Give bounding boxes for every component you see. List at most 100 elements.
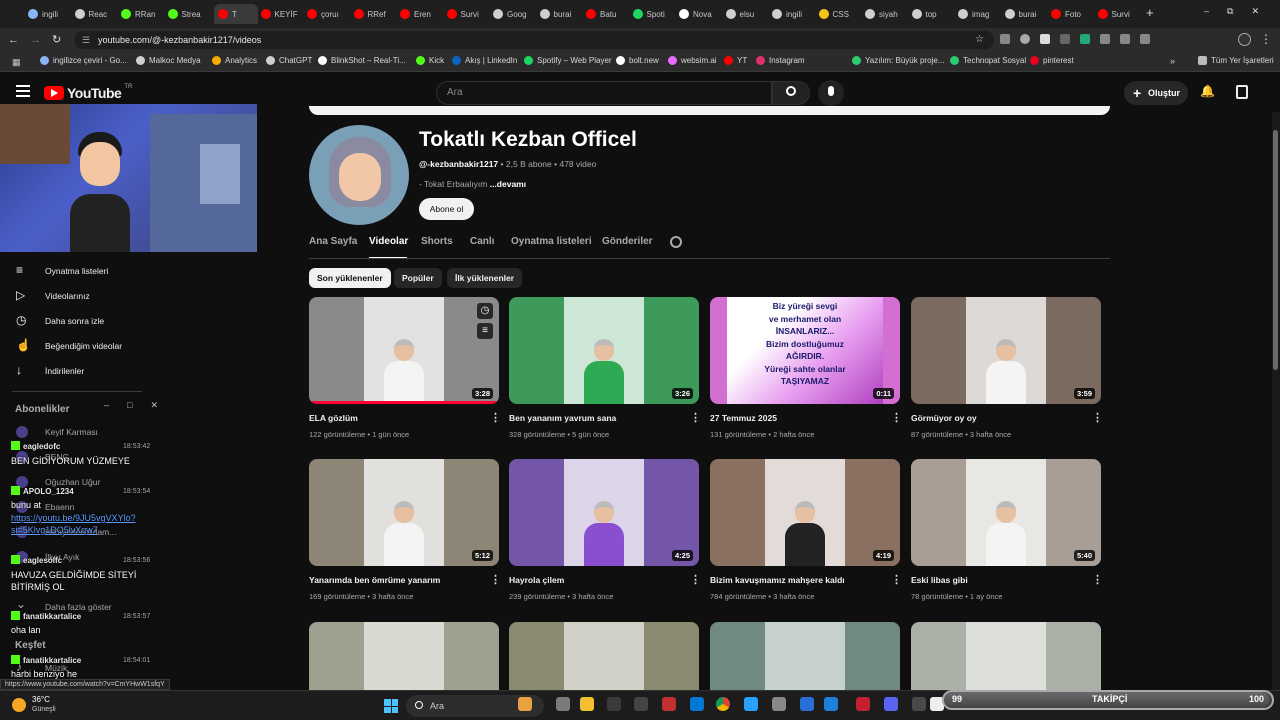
- browser-tab[interactable]: RRef: [353, 4, 398, 24]
- video-thumbnail[interactable]: Biz yüreği sevgi ve merhamet olan İNSANLAR…: [710, 297, 900, 404]
- channel-search-icon[interactable]: [670, 236, 682, 248]
- bookmark-item[interactable]: ingilizce çeviri - Go...: [40, 56, 127, 65]
- video-thumbnail[interactable]: [911, 622, 1101, 690]
- chrome-icon[interactable]: [716, 697, 730, 711]
- browser-tab[interactable]: elsu: [725, 4, 770, 24]
- sidebar-item[interactable]: ▷ Videolarınız: [0, 283, 250, 308]
- widgets-icon[interactable]: [518, 697, 532, 711]
- bookmark-item[interactable]: pinterest: [1030, 56, 1074, 65]
- filter-chip[interactable]: Popüler: [394, 268, 442, 288]
- browser-menu-icon[interactable]: ⋮: [1260, 32, 1272, 46]
- browser-tab[interactable]: Nova: [679, 4, 723, 24]
- maximize-icon[interactable]: □: [127, 400, 132, 412]
- video-thumbnail[interactable]: [309, 622, 499, 690]
- bookmark-item[interactable]: ChatGPT: [266, 56, 312, 65]
- video-title[interactable]: Görmüyor oy oy: [911, 413, 1091, 423]
- restore-window-icon[interactable]: ⧉: [1227, 6, 1233, 17]
- all-bookmarks[interactable]: Tüm Yer İşaretleri: [1198, 56, 1274, 65]
- file-explorer-icon[interactable]: [580, 697, 594, 711]
- close-icon[interactable]: ✕: [150, 400, 158, 412]
- bookmark-item[interactable]: YT: [724, 56, 747, 65]
- opera-icon[interactable]: [662, 697, 676, 711]
- account-avatar[interactable]: [1236, 85, 1248, 99]
- vscode-icon[interactable]: [800, 697, 814, 711]
- forward-icon[interactable]: →: [30, 34, 42, 46]
- next-app-icon[interactable]: [634, 697, 648, 711]
- channel-avatar[interactable]: [309, 125, 409, 225]
- more-options-icon[interactable]: ⋮: [891, 412, 902, 424]
- browser-tab[interactable]: KEYİF: [260, 4, 305, 24]
- browser-tab[interactable]: Eren: [400, 4, 444, 24]
- filter-chip[interactable]: Son yüklenenler: [309, 268, 391, 288]
- misc-icon[interactable]: [912, 697, 926, 711]
- extension-icons[interactable]: [1000, 34, 1200, 46]
- close-window-icon[interactable]: ✕: [1251, 6, 1259, 17]
- apps-grid-icon[interactable]: ▦: [12, 57, 22, 67]
- video-title[interactable]: Ben yananım yavrum sana: [509, 413, 689, 423]
- browser-tab[interactable]: T: [214, 4, 258, 24]
- bookmark-item[interactable]: Instagram: [756, 56, 805, 65]
- video-thumbnail[interactable]: 4:25: [509, 459, 699, 566]
- create-button[interactable]: + Oluştur: [1124, 81, 1188, 105]
- video-thumbnail[interactable]: 3:59: [911, 297, 1101, 404]
- browser-tab[interactable]: Survi: [446, 4, 491, 24]
- channel-tab[interactable]: Oynatma listeleri: [511, 236, 592, 247]
- video-thumbnail[interactable]: 5:40: [911, 459, 1101, 566]
- more-options-icon[interactable]: ⋮: [690, 574, 701, 586]
- browser-tab[interactable]: Foto: [1051, 4, 1095, 24]
- youtube-logo[interactable]: YouTube TR: [44, 84, 132, 101]
- discord-icon[interactable]: [856, 697, 870, 711]
- site-info-icon[interactable]: ☰: [82, 31, 90, 49]
- search-button[interactable]: [772, 81, 810, 105]
- bookmark-item[interactable]: Spotify – Web Player: [524, 56, 612, 65]
- edge-icon[interactable]: [690, 697, 704, 711]
- video-thumbnail[interactable]: 4:19: [710, 459, 900, 566]
- channel-tab[interactable]: Ana Sayfa: [309, 236, 357, 247]
- browser-tab[interactable]: Batu: [586, 4, 630, 24]
- app-icon[interactable]: [607, 697, 621, 711]
- hamburger-menu-icon[interactable]: [16, 85, 30, 97]
- browser-tab[interactable]: çoruı: [307, 4, 351, 24]
- address-bar[interactable]: ☰ youtube.com/@-kezbanbakir1217/videos ☆: [74, 31, 994, 49]
- sidebar-item[interactable]: ☝ Beğendiğim videolar: [0, 333, 250, 358]
- video-thumbnail[interactable]: 5:12: [309, 459, 499, 566]
- more-options-icon[interactable]: ⋮: [690, 412, 701, 424]
- bookmark-item[interactable]: Kick: [416, 56, 444, 65]
- bookmark-item[interactable]: Akış | LinkedIn: [452, 56, 517, 65]
- watch-later-icon[interactable]: ◷: [477, 303, 493, 319]
- video-title[interactable]: Eski libas gibi: [911, 575, 1091, 585]
- description-more-link[interactable]: ...devamı: [490, 179, 526, 189]
- browser-tab[interactable]: Survi: [1097, 4, 1142, 24]
- bookmark-item[interactable]: bolt.new: [616, 56, 659, 65]
- browser-tab[interactable]: siyah: [865, 4, 909, 24]
- channel-tab[interactable]: Gönderiler: [602, 236, 653, 247]
- page-scrollbar-thumb[interactable]: [1273, 130, 1278, 370]
- bookmark-item[interactable]: Analytics: [212, 56, 257, 65]
- channel-tab[interactable]: Videolar: [369, 236, 408, 247]
- browser-tab[interactable]: burai: [1004, 4, 1049, 24]
- more-options-icon[interactable]: ⋮: [1092, 412, 1103, 424]
- video-thumbnail[interactable]: 3:28 ◷ ≡: [309, 297, 499, 404]
- more-options-icon[interactable]: ⋮: [891, 574, 902, 586]
- bookmark-item[interactable]: Technopat Sosyal: [950, 56, 1026, 65]
- browser-tab[interactable]: burai: [539, 4, 584, 24]
- browser-tab[interactable]: ingili: [772, 4, 816, 24]
- browser-tab[interactable]: Spoti: [632, 4, 677, 24]
- more-options-icon[interactable]: ⋮: [490, 412, 501, 424]
- search-input[interactable]: Ara: [436, 81, 772, 105]
- profile-avatar[interactable]: [1238, 33, 1251, 46]
- video-title[interactable]: Yanarımda ben ömrüme yanarım: [309, 575, 489, 585]
- more-options-icon[interactable]: ⋮: [1092, 574, 1103, 586]
- minimize-icon[interactable]: –: [104, 400, 109, 412]
- video-thumbnail[interactable]: [710, 622, 900, 690]
- bookmark-star-icon[interactable]: ☆: [975, 31, 984, 49]
- filter-chip[interactable]: İlk yüklenenler: [447, 268, 523, 288]
- video-thumbnail[interactable]: [509, 622, 699, 690]
- back-icon[interactable]: ←: [8, 34, 20, 46]
- bookmark-item[interactable]: BlinkShot – Real-Ti...: [318, 56, 406, 65]
- store-icon[interactable]: [884, 697, 898, 711]
- notes-icon[interactable]: [772, 697, 786, 711]
- browser-tab[interactable]: Strea: [167, 4, 212, 24]
- voice-search-button[interactable]: [818, 80, 844, 106]
- kick-mobile-icon[interactable]: [824, 697, 838, 711]
